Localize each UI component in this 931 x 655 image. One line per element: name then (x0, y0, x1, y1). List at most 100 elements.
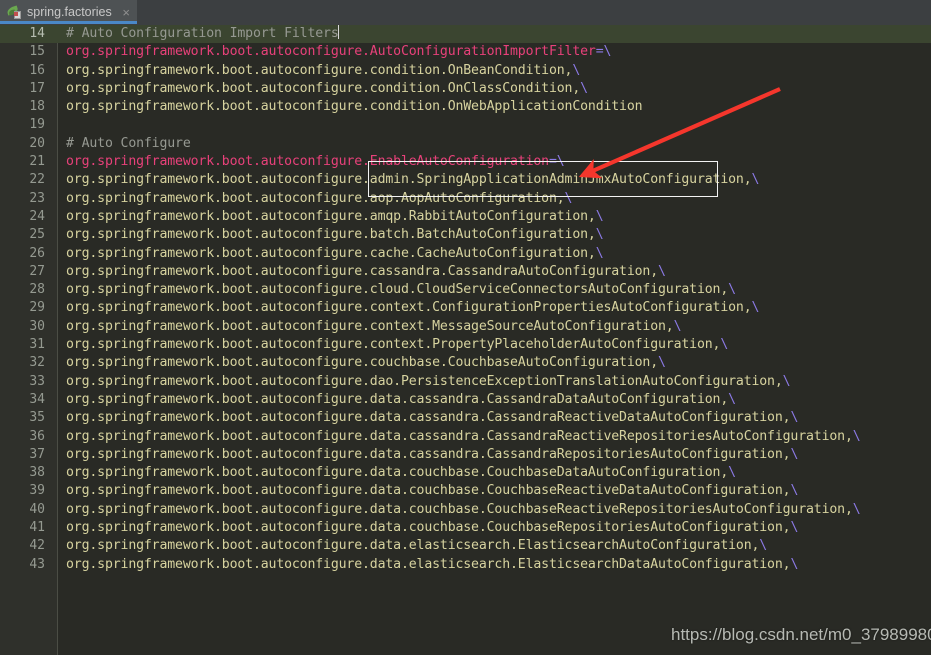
line-content: org.springframework.boot.autoconfigure.A… (66, 43, 611, 61)
code-line[interactable]: 19 (0, 116, 931, 134)
token-val: org.springframework.boot.autoconfigure.a… (66, 172, 752, 188)
token-val: org.springframework.boot.autoconfigure.c… (66, 245, 596, 261)
line-content: org.springframework.boot.autoconfigure.a… (66, 208, 604, 226)
tab-active-underline (0, 21, 137, 24)
line-number: 16 (29, 62, 45, 78)
line-number: 25 (29, 227, 45, 243)
line-content: org.springframework.boot.autoconfigure.c… (66, 354, 666, 372)
code-line[interactable]: 37 org.springframework.boot.autoconfigure… (0, 446, 931, 464)
code-line[interactable]: 43 org.springframework.boot.autoconfigure… (0, 556, 931, 574)
token-cont: \ (595, 227, 604, 243)
code-line[interactable]: 30 org.springframework.boot.autoconfigure… (0, 318, 931, 336)
token-val: org.springframework.boot.autoconfigure.c… (66, 355, 659, 371)
code-line[interactable]: 15 org.springframework.boot.autoconfigure… (0, 43, 931, 61)
code-line[interactable]: 27 org.springframework.boot.autoconfigure… (0, 263, 931, 281)
code-line[interactable]: 40 org.springframework.boot.autoconfigure… (0, 501, 931, 519)
code-line[interactable]: 18 org.springframework.boot.autoconfigure… (0, 98, 931, 116)
code-line[interactable]: 33 org.springframework.boot.autoconfigure… (0, 373, 931, 391)
code-line[interactable]: 28 org.springframework.boot.autoconfigure… (0, 281, 931, 299)
code-line[interactable]: 22 org.springframework.boot.autoconfigure… (0, 171, 931, 189)
token-val: org.springframework.boot.autoconfigure.c… (66, 62, 573, 78)
token-val: org.springframework.boot.autoconfigure.d… (66, 391, 729, 407)
token-val: org.springframework.boot.autoconfigure.c… (66, 318, 674, 334)
code-line[interactable]: 17 org.springframework.boot.autoconfigure… (0, 80, 931, 98)
line-number: 39 (29, 483, 45, 499)
token-val: org.springframework.boot.autoconfigure.c… (66, 337, 721, 353)
line-content: org.springframework.boot.autoconfigure.c… (66, 98, 643, 116)
code-line[interactable]: 38 org.springframework.boot.autoconfigure… (0, 464, 931, 482)
code-line[interactable]: 36 org.springframework.boot.autoconfigure… (0, 428, 931, 446)
code-line[interactable]: 41 org.springframework.boot.autoconfigure… (0, 519, 931, 537)
token-val: org.springframework.boot.autoconfigure.d… (66, 520, 791, 536)
token-val: org.springframework.boot.autoconfigure.d… (66, 501, 853, 517)
token-cont: \ (790, 410, 799, 426)
token-key: org.springframework.boot.autoconfigure.E… (66, 154, 549, 170)
line-number: 35 (29, 410, 45, 426)
token-key: org.springframework.boot.autoconfigure.A… (66, 44, 596, 60)
code-line[interactable]: 16 org.springframework.boot.autoconfigure… (0, 62, 931, 80)
line-content: org.springframework.boot.autoconfigure.c… (66, 245, 604, 263)
token-cont: \ (564, 190, 573, 206)
line-number: 28 (29, 282, 45, 298)
token-cont: \ (595, 245, 604, 261)
line-number: 17 (29, 80, 45, 96)
code-line[interactable]: 34 org.springframework.boot.autoconfigure… (0, 391, 931, 409)
token-val: org.springframework.boot.autoconfigure.d… (66, 410, 791, 426)
line-number: 32 (29, 355, 45, 371)
token-val: org.springframework.boot.autoconfigure.c… (66, 300, 752, 316)
tab-spring-factories[interactable]: spring.factories × (0, 0, 137, 24)
code-line[interactable]: 25 org.springframework.boot.autoconfigure… (0, 226, 931, 244)
token-cont: \ (790, 483, 799, 499)
token-cont: \ (751, 172, 760, 188)
code-text-area[interactable]: 14 # Auto Configuration Import Filters 15 o… (0, 25, 931, 574)
line-number: 22 (29, 172, 45, 188)
code-line[interactable]: 35 org.springframework.boot.autoconfigure… (0, 409, 931, 427)
code-line[interactable]: 42 org.springframework.boot.autoconfigure… (0, 537, 931, 555)
token-cont: \ (751, 300, 760, 316)
token-val: org.springframework.boot.autoconfigure.b… (66, 227, 596, 243)
line-number: 30 (29, 318, 45, 334)
line-number: 26 (29, 245, 45, 261)
token-cont: \ (782, 373, 791, 389)
line-number: 38 (29, 465, 45, 481)
code-line[interactable]: 31 org.springframework.boot.autoconfigure… (0, 336, 931, 354)
token-cont: \ (720, 337, 729, 353)
close-icon[interactable]: × (119, 6, 133, 19)
code-line[interactable]: 21 org.springframework.boot.autoconfigure… (0, 153, 931, 171)
line-content: # Auto Configuration Import Filters (66, 25, 340, 43)
line-number: 27 (29, 263, 45, 279)
token-cont: \ (852, 428, 861, 444)
line-number: 40 (29, 501, 45, 517)
line-content: org.springframework.boot.autoconfigure.d… (66, 409, 798, 427)
line-number: 29 (29, 300, 45, 316)
code-line[interactable]: 29 org.springframework.boot.autoconfigure… (0, 299, 931, 317)
token-cont: \ (790, 446, 799, 462)
token-cont: \ (658, 263, 666, 279)
token-cont: \ (658, 355, 666, 371)
token-val: org.springframework.boot.autoconfigure.d… (66, 428, 853, 444)
line-number: 14 (29, 26, 45, 41)
code-line[interactable]: 14 # Auto Configuration Import Filters (0, 25, 931, 44)
token-op: = (548, 154, 557, 170)
code-line[interactable]: 39 org.springframework.boot.autoconfigure… (0, 482, 931, 500)
token-val: org.springframework.boot.autoconfigure.c… (66, 80, 581, 96)
line-number: 20 (29, 135, 45, 151)
code-editor[interactable]: 14 # Auto Configuration Import Filters 15 o… (0, 25, 931, 655)
token-cont: \ (556, 154, 565, 170)
line-content: org.springframework.boot.autoconfigure.c… (66, 318, 682, 336)
ide-window: spring.factories × 14 # Auto Configuratio… (0, 0, 931, 655)
code-line[interactable]: 20 # Auto Configure (0, 135, 931, 153)
tab-label: spring.factories (27, 5, 112, 19)
code-line[interactable]: 24 org.springframework.boot.autoconfigure… (0, 208, 931, 226)
line-content: org.springframework.boot.autoconfigure.d… (66, 428, 861, 446)
line-number: 42 (29, 538, 45, 554)
line-content: org.springframework.boot.autoconfigure.c… (66, 336, 728, 354)
code-line[interactable]: 32 org.springframework.boot.autoconfigure… (0, 354, 931, 372)
line-number: 34 (29, 391, 45, 407)
line-number: 18 (29, 99, 45, 115)
token-val: org.springframework.boot.autoconfigure.d… (66, 465, 729, 481)
token-val: org.springframework.boot.autoconfigure.c… (66, 263, 659, 279)
code-line[interactable]: 26 org.springframework.boot.autoconfigure… (0, 245, 931, 263)
code-line[interactable]: 23 org.springframework.boot.autoconfigure… (0, 190, 931, 208)
token-cont: \ (595, 208, 604, 224)
